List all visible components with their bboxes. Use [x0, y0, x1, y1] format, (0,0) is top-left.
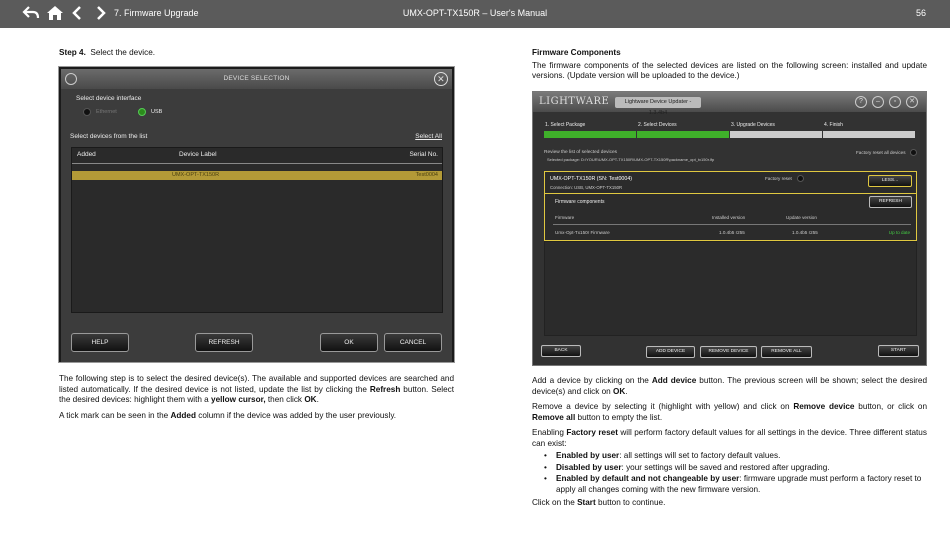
firmware-components-label: Firmware components [555, 199, 605, 205]
step-heading: Step 4. Select the device. [59, 48, 156, 57]
select-all-link[interactable]: Select All [415, 133, 442, 140]
help-button[interactable]: HELP [71, 333, 129, 352]
refresh-button[interactable]: REFRESH [195, 333, 253, 352]
list-label: Select devices from the list [70, 133, 148, 140]
right-paragraph-3: Enabling Factory reset will perform fact… [532, 428, 927, 448]
left-text: The following step is to select the desi… [59, 374, 454, 426]
top-bar: 7. Firmware Upgrade UMX-OPT-TX150R – Use… [0, 0, 950, 28]
minimize-icon[interactable]: – [872, 96, 884, 108]
step-2: 2. Select Devices [638, 122, 677, 128]
close-icon[interactable]: ✕ [434, 72, 448, 86]
ok-button[interactable]: OK [320, 333, 378, 352]
review-label: Review the list of selected devices [544, 150, 618, 155]
refresh-button[interactable]: REFRESH [869, 196, 912, 208]
left-column: Step 4. Select the device. [59, 48, 454, 64]
interface-label: Select device interface [76, 95, 142, 102]
device-name: UMX-OPT-TX150R (SN: Test0004) [550, 176, 633, 182]
usb-label: USB [151, 109, 163, 115]
app-logo-icon [65, 73, 77, 85]
firmware-name: Umx-Opt-Tx150r Firmware [555, 230, 610, 235]
col-installed: Installed version [712, 215, 746, 220]
progress-step-4 [823, 131, 915, 138]
usb-radio[interactable] [138, 108, 146, 116]
right-intro: Firmware Components The firmware compone… [532, 48, 927, 87]
list-item: • Enabled by default and not changeable b… [544, 474, 922, 494]
col-device-label: Device Label [179, 151, 217, 158]
less-button[interactable]: LESS... [868, 175, 912, 187]
col-serial: Serial No. [409, 151, 438, 158]
add-device-button[interactable]: ADD DEVICE [646, 346, 695, 358]
list-item: • Enabled by user: all settings will set … [544, 451, 781, 460]
device-row-serial: Test0004 [415, 172, 438, 178]
maximize-icon[interactable]: ▫ [889, 96, 901, 108]
installed-version: 1.0.4b5 r255 [719, 230, 745, 235]
factory-reset-all-label: Factory reset all devices [856, 150, 906, 155]
device-updater-window: LIGHTWARE Lightware Device Updater - 1.3… [532, 91, 927, 366]
document-title: UMX-OPT-TX150R – User's Manual [402, 8, 548, 18]
progress-step-3 [730, 131, 822, 138]
right-paragraph-4: Click on the Start button to continue. [532, 498, 666, 507]
status-list: • Enabled by user: all settings will set … [544, 451, 927, 495]
ethernet-label: Ethernet [96, 109, 117, 115]
back-button[interactable]: BACK [541, 345, 581, 357]
right-paragraph-1: Add a device by clicking on the Add devi… [532, 376, 927, 396]
right-paragraph-2: Remove a device by selecting it (highlig… [532, 402, 928, 422]
step-4: 4. Finish [824, 122, 843, 128]
col-added: Added [77, 151, 96, 158]
remove-all-button[interactable]: REMOVE ALL [761, 346, 812, 358]
col-update: Update version [786, 215, 817, 220]
cancel-button[interactable]: CANCEL [384, 333, 442, 352]
help-icon[interactable]: ? [855, 96, 867, 108]
dialog-title: DEVICE SELECTION [223, 75, 290, 82]
package-path: Selected package: D:\YOUR\UMX-OPT-TX150R… [547, 157, 715, 162]
list-item: • Disabled by user: your settings will be… [544, 462, 830, 472]
firmware-status: Up to date [888, 230, 910, 235]
brand-logo: LIGHTWARE [539, 96, 610, 107]
left-paragraph-2: A tick mark can be seen in the Added col… [59, 410, 397, 420]
progress-step-2 [637, 131, 729, 138]
left-paragraph-1: The following step is to select the desi… [59, 374, 455, 404]
close-icon[interactable]: ✕ [906, 96, 918, 108]
factory-reset-all-toggle[interactable] [910, 149, 917, 156]
step-3: 3. Upgrade Devices [731, 122, 775, 128]
device-connection: Connection: USB, UMX-OPT-TX150R [550, 185, 623, 190]
device-panel[interactable]: UMX-OPT-TX150R (SN: Test0004) Connection… [544, 171, 917, 241]
section-heading: Firmware Components [532, 48, 621, 57]
progress-step-1 [544, 131, 636, 138]
update-version: 1.0.4b5 r255 [792, 230, 818, 235]
factory-reset-label: Factory reset [765, 176, 792, 181]
dialog-header: DEVICE SELECTION ✕ [61, 69, 452, 89]
col-firmware: Firmware [555, 215, 575, 220]
device-list-area [544, 241, 917, 336]
ethernet-radio[interactable] [83, 108, 91, 116]
device-list: Added Device Label Serial No. UMX-OPT-TX… [71, 147, 443, 313]
start-button[interactable]: START [878, 345, 919, 357]
device-selection-dialog: DEVICE SELECTION ✕ Select device interfa… [58, 66, 455, 363]
device-row[interactable]: UMX-OPT-TX150R Test0004 [72, 171, 442, 180]
dialog-body: Select device interface Ethernet USB Sel… [61, 89, 452, 362]
factory-reset-toggle[interactable] [797, 175, 804, 182]
page-number: 56 [915, 8, 926, 18]
list-header: Added Device Label Serial No. [72, 148, 442, 164]
right-text: Add a device by clicking on the Add devi… [532, 376, 927, 514]
device-row-label: UMX-OPT-TX150R [172, 172, 220, 178]
remove-device-button[interactable]: REMOVE DEVICE [700, 346, 757, 358]
intro-paragraph: The firmware components of the selected … [532, 60, 927, 81]
step-1: 1. Select Package [545, 122, 586, 128]
updater-header: LIGHTWARE Lightware Device Updater - 1.3… [533, 92, 926, 116]
app-tab: Lightware Device Updater - 1.3.4b4 [615, 97, 701, 116]
